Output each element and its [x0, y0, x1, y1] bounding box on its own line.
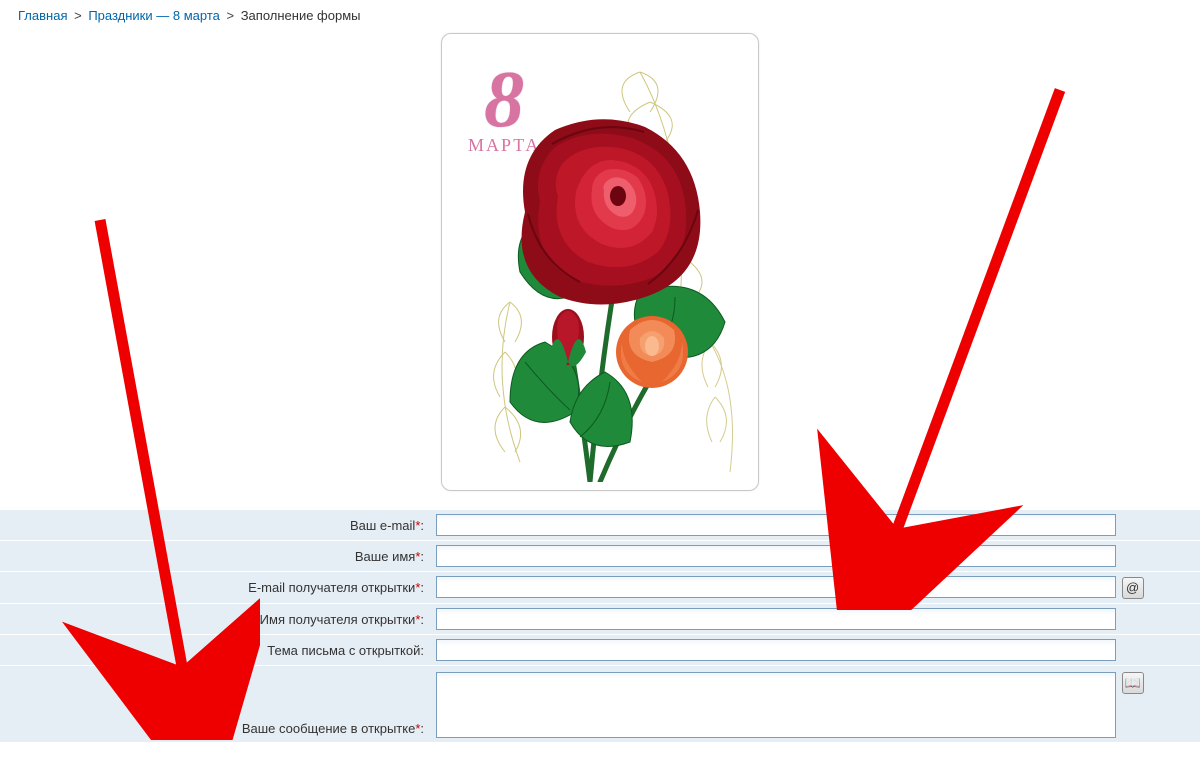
- row-recipient-name: Имя получателя открытки*:: [0, 604, 1200, 635]
- input-recipient-email[interactable]: [436, 576, 1116, 598]
- breadcrumb: Главная > Праздники — 8 марта > Заполнен…: [0, 0, 1200, 33]
- address-book-icon[interactable]: @: [1122, 577, 1144, 599]
- label-sender-email: Ваш e-mail: [350, 518, 415, 533]
- breadcrumb-current: Заполнение формы: [241, 8, 361, 23]
- colon: :: [420, 612, 424, 627]
- row-sender-email: Ваш e-mail*:: [0, 510, 1200, 541]
- breadcrumb-sep: >: [223, 8, 237, 23]
- colon: :: [420, 580, 424, 595]
- label-message: Ваше сообщение в открытке: [242, 721, 415, 736]
- label-sender-name: Ваше имя: [355, 549, 415, 564]
- input-recipient-name[interactable]: [436, 608, 1116, 630]
- label-recipient-email: E-mail получателя открытки: [248, 580, 415, 595]
- colon: :: [420, 643, 424, 658]
- colon: :: [420, 518, 424, 533]
- breadcrumb-category-link[interactable]: Праздники — 8 марта: [88, 8, 220, 23]
- poem-book-icon[interactable]: 📖: [1122, 672, 1144, 694]
- input-message[interactable]: [436, 672, 1116, 738]
- colon: :: [420, 549, 424, 564]
- card-preview-container: 8 МАРТА: [0, 33, 1200, 491]
- card-frame: 8 МАРТА: [441, 33, 759, 491]
- input-subject[interactable]: [436, 639, 1116, 661]
- input-sender-email[interactable]: [436, 514, 1116, 536]
- row-subject: Тема письма с открыткой:: [0, 635, 1200, 666]
- label-recipient-name: Имя получателя открытки: [260, 612, 416, 627]
- row-sender-name: Ваше имя*:: [0, 541, 1200, 572]
- input-sender-name[interactable]: [436, 545, 1116, 567]
- rose-illustration: [450, 42, 750, 482]
- label-subject: Тема письма с открыткой: [267, 643, 420, 658]
- row-message: Ваше сообщение в открытке*: 📖: [0, 666, 1200, 743]
- row-recipient-email: E-mail получателя открытки*: @: [0, 572, 1200, 604]
- card-form: Ваш e-mail*: Ваше имя*: E-mail получател…: [0, 509, 1200, 742]
- colon: :: [420, 721, 424, 736]
- breadcrumb-home-link[interactable]: Главная: [18, 8, 67, 23]
- breadcrumb-sep: >: [71, 8, 85, 23]
- card-image: 8 МАРТА: [450, 42, 750, 482]
